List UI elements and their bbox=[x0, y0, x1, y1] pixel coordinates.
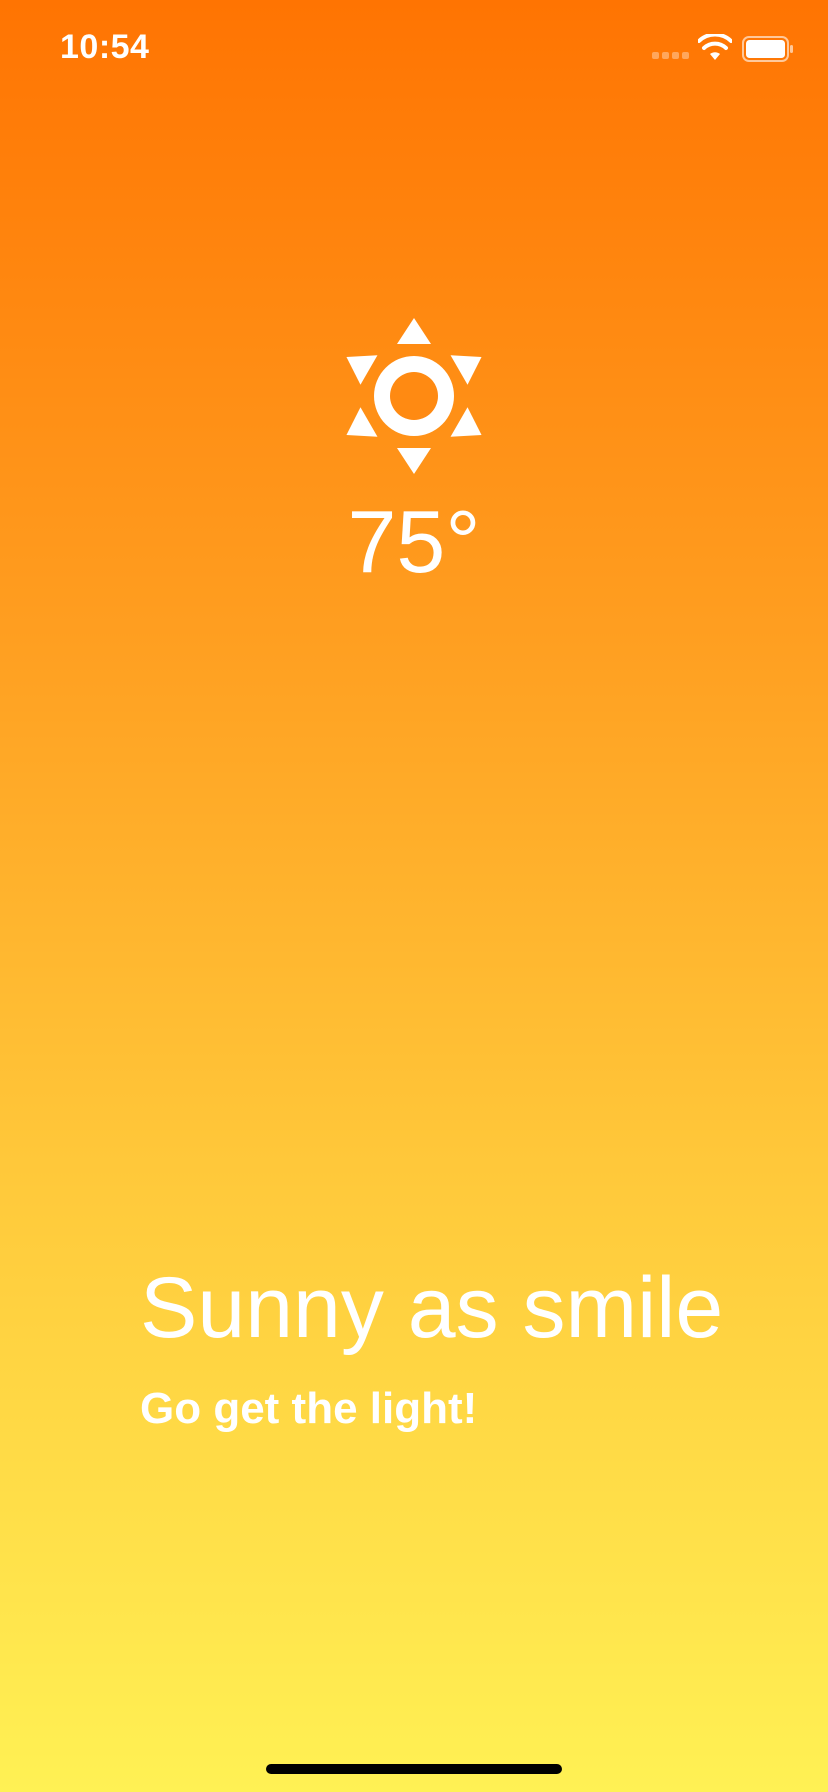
home-indicator[interactable] bbox=[266, 1764, 562, 1774]
status-time: 10:54 bbox=[60, 28, 150, 66]
status-bar: 10:54 bbox=[0, 0, 828, 100]
weather-screen: 10:54 75° Sunny as smile Go get the ligh… bbox=[0, 0, 828, 1792]
weather-headline: Sunny as smile bbox=[140, 1260, 724, 1356]
battery-icon bbox=[742, 36, 793, 62]
weather-subline: Go get the light! bbox=[140, 1384, 478, 1433]
sun-icon bbox=[346, 318, 482, 474]
temperature: 75° bbox=[347, 492, 481, 591]
cellular-signal-icon bbox=[652, 52, 690, 60]
wifi-icon bbox=[698, 34, 732, 60]
